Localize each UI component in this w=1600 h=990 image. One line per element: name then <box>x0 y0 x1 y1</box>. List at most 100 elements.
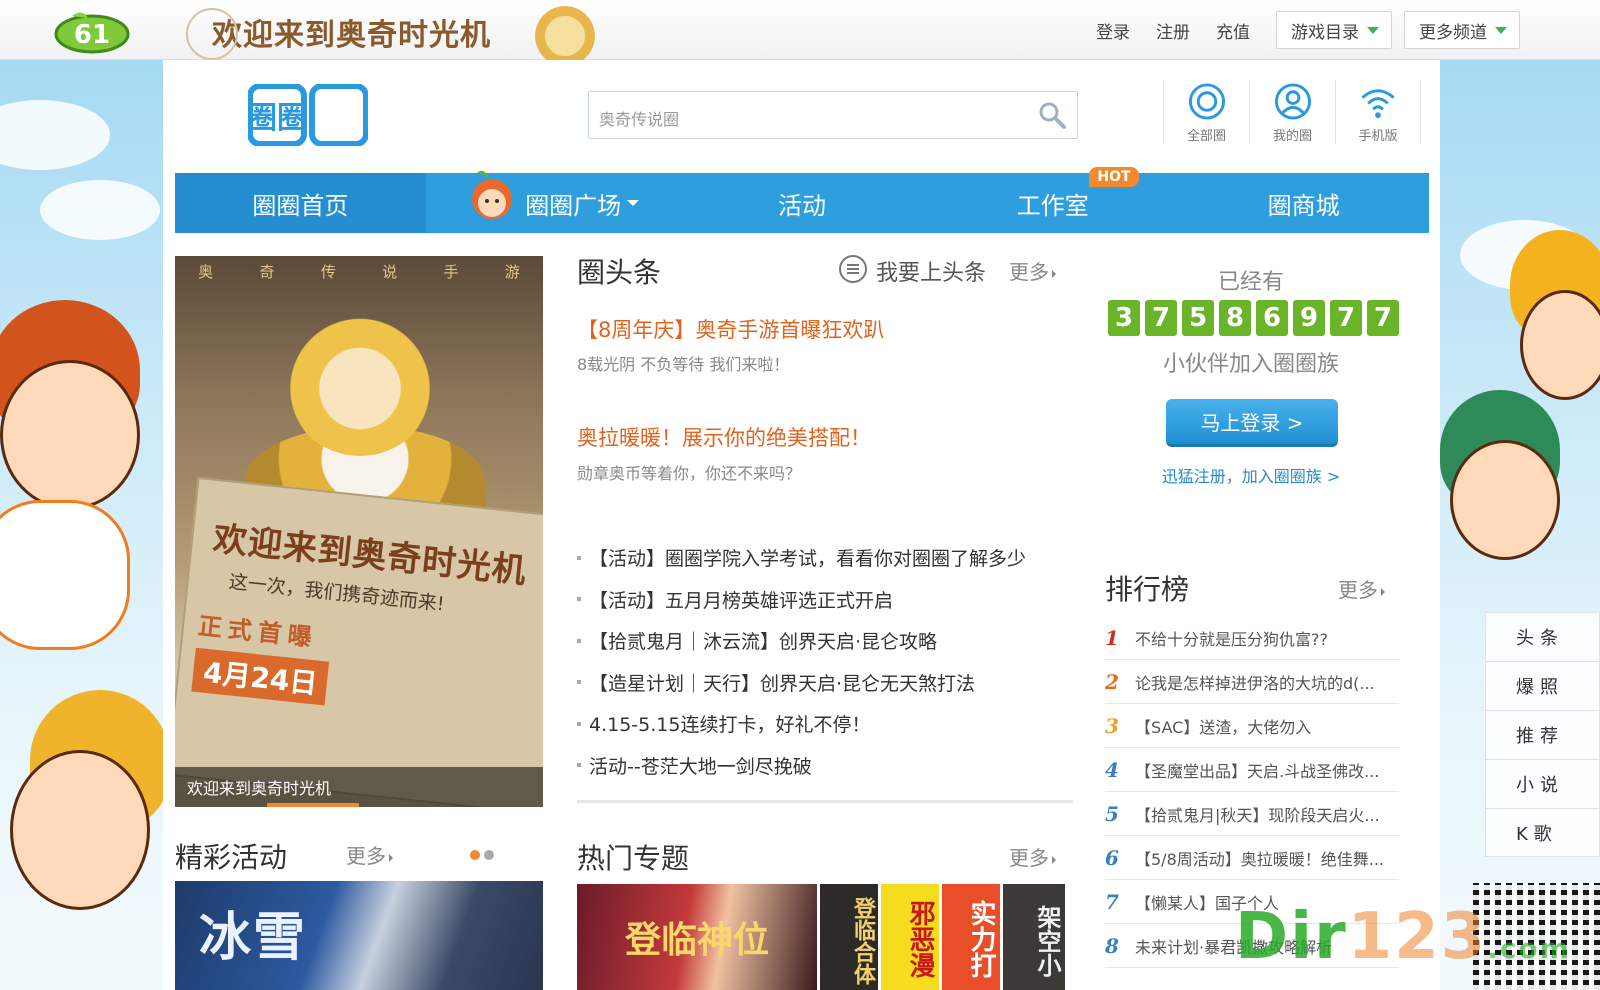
my-circles-button[interactable]: 我的圈 <box>1249 80 1335 144</box>
watermark-number: 123 <box>1347 900 1488 974</box>
nav-studio[interactable]: 工作室 HOT <box>927 167 1178 233</box>
register-link[interactable]: 注册 <box>1156 18 1190 43</box>
recharge-link[interactable]: 充值 <box>1216 18 1250 43</box>
rank-number: 1 <box>1105 625 1119 650</box>
nav-activities[interactable]: 活动 <box>677 173 928 233</box>
rank-number: 7 <box>1105 889 1119 914</box>
my-circles-label: 我的圈 <box>1272 129 1312 144</box>
member-count-suffix: 小伙伴加入圈圈族 <box>1162 352 1339 377</box>
hot-badge: HOT <box>1089 167 1139 187</box>
chevron-down-icon <box>1367 26 1379 34</box>
news-item[interactable]: 活动--苍茫大地一剑尽挽破 <box>577 745 1077 787</box>
watermark-suffix: .com <box>1487 932 1571 965</box>
quick-register-link[interactable]: 迅猛注册，加入圈圈族 > <box>1103 463 1399 487</box>
mobile-version-label: 手机版 <box>1358 129 1398 144</box>
side-tab-photos[interactable]: 爆照 <box>1485 661 1600 710</box>
circle-icon <box>1188 83 1225 120</box>
poster-strip-char: 奥 <box>198 262 214 281</box>
nav-home[interactable]: 圈圈首页 <box>175 173 426 233</box>
activities-more-link[interactable]: 更多 <box>346 840 393 869</box>
topic-strip: 登临神位 登临合体 邪恶漫 实力打 架空小 <box>577 884 1067 990</box>
top-bar: 61 欢迎来到奥奇时光机 登录 注册 充值 游戏目录 更多频道 <box>0 0 1600 60</box>
activities-title: 精彩活动 <box>175 841 288 874</box>
feature-carousel[interactable]: 奥 奇 传 说 手 游 欢迎来到奥奇时光机 这一次，我们携奇迹而来! 正式首曝 … <box>175 256 543 807</box>
topic-card[interactable]: 架空小 <box>1003 884 1065 990</box>
poster-strip-char: 传 <box>320 262 336 281</box>
ranking-item[interactable]: 2 论我是怎样掉进伊洛的大坑的d(... <box>1105 660 1399 704</box>
search-icon[interactable] <box>1037 100 1067 130</box>
quanquan-logo[interactable]: 圈圈 <box>248 84 368 146</box>
game-directory-dropdown[interactable]: 游戏目录 <box>1276 11 1392 49</box>
side-tab-novels[interactable]: 小说 <box>1485 759 1600 808</box>
nav-mall[interactable]: 圈商城 <box>1178 173 1429 233</box>
activity-banner[interactable]: 冰雪 <box>175 881 543 990</box>
counter-digit: 8 <box>1219 300 1251 336</box>
rank-text: 【SAC】送渣，大佬勿入 <box>1135 717 1312 737</box>
news-item[interactable]: 【活动】圈圈学院入学考试，看看你对圈圈了解多少 <box>577 537 1077 579</box>
dot-active[interactable] <box>470 850 480 860</box>
poster-stamp: 正式首曝 <box>196 611 319 653</box>
side-tab-headlines[interactable]: 头条 <box>1485 612 1600 661</box>
ranking-more-link[interactable]: 更多 <box>1338 574 1385 603</box>
login-link[interactable]: 登录 <box>1096 18 1130 43</box>
side-tab-recommend[interactable]: 推荐 <box>1485 710 1600 759</box>
topic-card[interactable]: 实力打 <box>942 884 1000 990</box>
top-banner-text: 欢迎来到奥奇时光机 <box>212 18 491 53</box>
more-channels-dropdown[interactable]: 更多频道 <box>1404 11 1520 49</box>
rank-number: 4 <box>1105 757 1119 782</box>
search-input[interactable]: 奥奇传说圈 <box>599 106 679 130</box>
chevron-down-icon <box>627 200 640 206</box>
news-item[interactable]: 【拾贰鬼月｜沐云流】创界天启·昆仑攻略 <box>577 620 1077 662</box>
headline-featured-title[interactable]: 奥拉暖暖！展示你的绝美搭配！ <box>577 422 871 452</box>
topics-more-link[interactable]: 更多 <box>1009 842 1056 871</box>
rank-text: 【5/8周活动】奥拉暖暖！绝佳舞... <box>1135 849 1385 869</box>
rank-number: 8 <box>1105 933 1119 958</box>
nav-plaza[interactable]: 圈圈广场 <box>426 170 677 233</box>
topic-card-text: 实力打 <box>966 900 996 978</box>
carousel-progress <box>267 803 359 807</box>
poster-top-strip: 奥 奇 传 说 手 游 <box>175 256 543 286</box>
submit-headline-link[interactable]: 我要上头条 <box>876 255 986 287</box>
counter-digit: 3 <box>1108 300 1140 336</box>
headline-featured-title[interactable]: 【8周年庆】奥奇手游首曝狂欢趴 <box>577 314 884 344</box>
topic-card[interactable]: 登临合体 <box>820 884 878 990</box>
nav-studio-label: 工作室 <box>1016 191 1089 220</box>
dot[interactable] <box>484 850 494 860</box>
poster-date: 4月24日 <box>191 647 330 706</box>
login-now-button[interactable]: 马上登录 > <box>1166 399 1338 447</box>
left-side-art <box>0 60 163 990</box>
counter-digit: 7 <box>1330 300 1362 336</box>
topic-card-text: 架空小 <box>1033 905 1061 977</box>
chevron-down-icon <box>1495 26 1507 34</box>
rank-number: 6 <box>1105 845 1119 870</box>
search-box[interactable]: 奥奇传说圈 <box>588 91 1078 139</box>
ranking-item[interactable]: 6 【5/8周活动】奥拉暖暖！绝佳舞... <box>1105 836 1399 880</box>
ranking-item[interactable]: 4 【圣魔堂出品】天启.斗战圣佛改... <box>1105 748 1399 792</box>
headline-featured-desc: 勋章奥币等着你，你还不来吗？ <box>577 464 802 483</box>
main-container: 圈圈 奥奇传说圈 全部圈 我的圈 手机版 圈圈首页 圈圈广场 活动 工作室 HO… <box>163 60 1440 990</box>
mobile-version-button[interactable]: 手机版 <box>1335 80 1421 144</box>
ranking-item[interactable]: 5 【拾贰鬼月|秋天】现阶段天启火... <box>1105 792 1399 836</box>
topic-card[interactable]: 登临神位 <box>577 884 817 990</box>
member-count-prefix: 已经有 <box>1217 270 1284 295</box>
site-61-logo[interactable]: 61 <box>52 10 132 54</box>
news-item[interactable]: 4.15-5.15连续打卡，好礼不停！ <box>577 703 1077 745</box>
ranking-item[interactable]: 1 不给十分就是压分狗仇富?? <box>1105 616 1399 660</box>
ranking-item[interactable]: 3 【SAC】送渣，大佬勿入 <box>1105 704 1399 748</box>
nav-mall-label: 圈商城 <box>1267 191 1340 220</box>
feature-caption[interactable]: 欢迎来到奥奇时光机 <box>175 767 543 807</box>
all-circles-button[interactable]: 全部圈 <box>1163 80 1249 144</box>
news-item[interactable]: 【造星计划｜天行】创界天启·昆仑无天煞打法 <box>577 662 1077 704</box>
news-item[interactable]: 【活动】五月月榜英雄评选正式开启 <box>577 579 1077 621</box>
nav-home-label: 圈圈首页 <box>252 191 349 220</box>
rank-text: 不给十分就是压分狗仇富?? <box>1135 629 1328 649</box>
topic-card[interactable]: 邪恶漫 <box>881 884 939 990</box>
carousel-dots[interactable] <box>470 850 494 860</box>
side-tab-karaoke[interactable]: K歌 <box>1485 808 1600 857</box>
nav-plaza-label: 圈圈广场 <box>525 191 622 220</box>
topic-card-text: 邪恶漫 <box>905 900 935 978</box>
all-circles-label: 全部圈 <box>1186 129 1226 144</box>
more-channels-label: 更多频道 <box>1419 22 1487 43</box>
headlines-more-link[interactable]: 更多 <box>1009 256 1056 285</box>
member-counter: 3 7 5 8 6 9 7 7 <box>1108 300 1399 336</box>
